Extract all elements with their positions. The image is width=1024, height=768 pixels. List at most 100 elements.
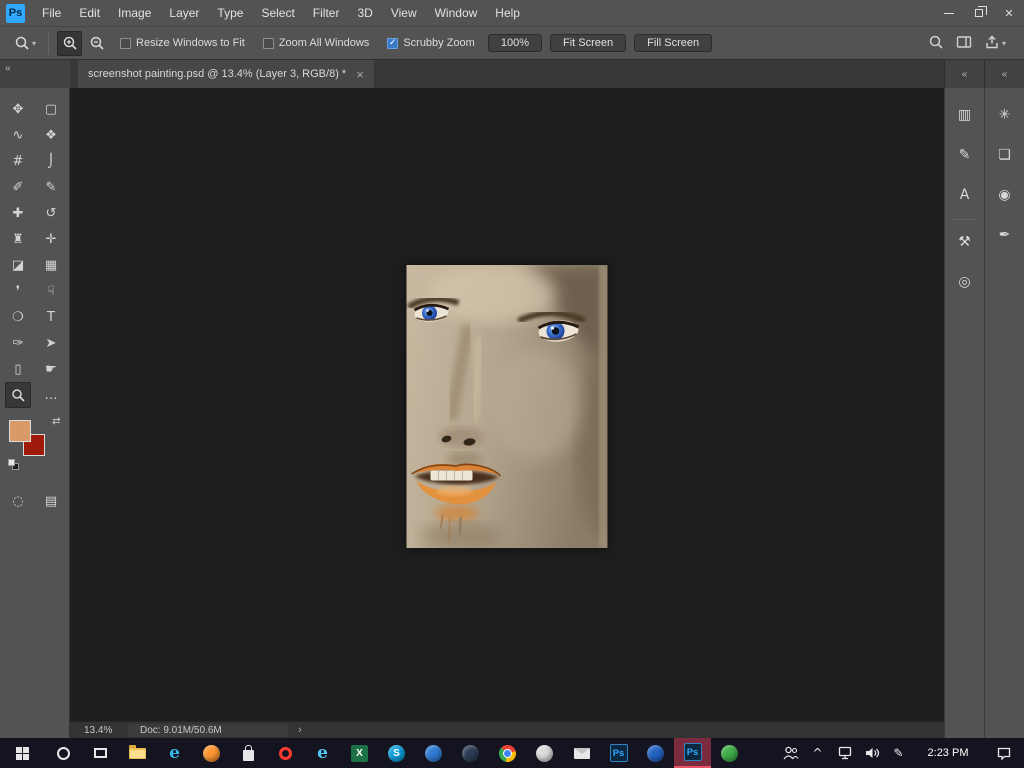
libraries-panel-icon[interactable]: ◎ <box>946 263 984 301</box>
status-menu-chevron[interactable]: › <box>298 724 302 736</box>
dodge-tool[interactable]: ❍ <box>5 304 31 330</box>
taskbar-app-white[interactable] <box>526 738 563 768</box>
restore-button[interactable] <box>964 0 994 26</box>
quick-mask-button[interactable]: ◌ <box>5 488 31 514</box>
channels-panel-icon[interactable]: ◉ <box>986 176 1024 214</box>
close-button[interactable]: ✕ <box>994 0 1024 26</box>
zoom-tool[interactable] <box>5 382 31 408</box>
taskbar-app-blue[interactable] <box>415 738 452 768</box>
gradient-tool[interactable]: ▦ <box>38 252 64 278</box>
brush-tool[interactable]: ✐ <box>5 174 31 200</box>
minimize-button[interactable] <box>934 0 964 26</box>
taskbar-chrome[interactable] <box>489 738 526 768</box>
checkbox-scrubby-zoom[interactable]: ✓ Scrubby Zoom <box>387 37 475 49</box>
zoom-100-button[interactable]: 100% <box>488 34 542 52</box>
cortana-button[interactable] <box>45 738 82 768</box>
crop-tool[interactable]: # <box>5 148 31 174</box>
menu-type[interactable]: Type <box>208 0 252 26</box>
document-canvas[interactable] <box>407 265 608 548</box>
zoom-out-button[interactable] <box>84 31 109 56</box>
taskbar-opera[interactable] <box>267 738 304 768</box>
rectangle-tool[interactable]: ▯ <box>5 356 31 382</box>
share-button[interactable] <box>984 34 1000 53</box>
properties-panel-icon[interactable]: ⚒ <box>946 223 984 261</box>
menu-file[interactable]: File <box>33 0 70 26</box>
menu-edit[interactable]: Edit <box>70 0 109 26</box>
tray-show-hidden-button[interactable]: ^ <box>804 738 831 768</box>
tray-network-button[interactable] <box>831 738 858 768</box>
eraser-tool[interactable]: ◪ <box>5 252 31 278</box>
taskbar-clock[interactable]: 2:23 PM <box>912 738 984 768</box>
pen-tool[interactable]: ✑ <box>5 330 31 356</box>
document-tab[interactable]: screenshot painting.psd @ 13.4% (Layer 3… <box>78 60 374 88</box>
taskbar-store[interactable] <box>230 738 267 768</box>
tray-pen-button[interactable]: ✎ <box>885 738 912 768</box>
checkbox-resize-windows-to-fit[interactable]: ✓ Resize Windows to Fit <box>120 37 245 49</box>
blur-tool[interactable]: ❜ <box>5 278 31 304</box>
taskbar-excel[interactable]: X <box>341 738 378 768</box>
menu-image[interactable]: Image <box>109 0 160 26</box>
path-selection-tool[interactable]: ➤ <box>38 330 64 356</box>
taskbar-mail[interactable] <box>563 738 600 768</box>
foreground-color-swatch[interactable] <box>9 420 31 442</box>
type-tool[interactable]: T <box>38 304 64 330</box>
more-tools[interactable]: … <box>38 382 64 408</box>
taskbar-firefox[interactable] <box>193 738 230 768</box>
workspace-switcher-button[interactable] <box>956 35 972 52</box>
taskbar-skype[interactable]: S <box>378 738 415 768</box>
menu-window[interactable]: Window <box>426 0 487 26</box>
tab-close-icon[interactable]: × <box>356 67 364 82</box>
task-view-button[interactable] <box>82 738 119 768</box>
menu-view[interactable]: View <box>382 0 426 26</box>
spot-healing-brush-tool[interactable]: ✚ <box>5 200 31 226</box>
history-brush-tool[interactable]: ↺ <box>38 200 64 226</box>
rectangular-marquee-tool[interactable]: ▢ <box>38 96 64 122</box>
collapse-tools-chevron[interactable]: « <box>5 63 11 74</box>
screen-mode-button[interactable]: ▤ <box>38 488 64 514</box>
expand-panels-chevron[interactable]: « <box>1002 69 1008 80</box>
layers-panel-icon[interactable]: ❏ <box>986 136 1024 174</box>
swap-colors-icon[interactable]: ⇄ <box>52 416 60 427</box>
taskbar-app-green[interactable] <box>711 738 748 768</box>
taskbar-photoshop-active[interactable]: Ps <box>674 738 711 768</box>
expand-panels-chevron[interactable]: « <box>962 69 968 80</box>
taskbar-internet-explorer[interactable]: e <box>304 738 341 768</box>
eyedropper-tool[interactable]: ⌡ <box>38 148 64 174</box>
taskbar-photoshop[interactable]: Ps <box>600 738 637 768</box>
fit-screen-button[interactable]: Fit Screen <box>550 34 626 52</box>
fill-screen-button[interactable]: Fill Screen <box>634 34 712 52</box>
zoom-in-button[interactable] <box>57 31 82 56</box>
tray-people-button[interactable] <box>777 738 804 768</box>
tray-volume-button[interactable] <box>858 738 885 768</box>
histogram-panel-icon[interactable]: ▥ <box>946 96 984 134</box>
clone-stamp-tool[interactable]: ♜ <box>5 226 31 252</box>
default-colors-icon[interactable] <box>8 459 22 472</box>
menu-3d[interactable]: 3D <box>348 0 381 26</box>
menu-filter[interactable]: Filter <box>304 0 349 26</box>
menu-help[interactable]: Help <box>486 0 529 26</box>
smudge-tool[interactable]: ☟ <box>38 278 64 304</box>
hand-tool[interactable]: ☛ <box>38 356 64 382</box>
quick-selection-tool[interactable]: ❖ <box>38 122 64 148</box>
brush-settings-panel-icon[interactable]: ✎ <box>946 136 984 174</box>
search-button[interactable] <box>928 34 944 53</box>
character-panel-icon[interactable]: A <box>946 176 984 214</box>
action-center-button[interactable] <box>984 738 1024 768</box>
color-panel-icon[interactable]: ✳ <box>986 96 1024 134</box>
start-button[interactable] <box>0 738 45 768</box>
zoom-tool-preset[interactable]: ▾ <box>10 33 40 53</box>
checkbox-zoom-all-windows[interactable]: ✓ Zoom All Windows <box>263 37 369 49</box>
lasso-tool[interactable]: ∿ <box>5 122 31 148</box>
status-zoom-input[interactable]: 13.4% <box>70 725 128 736</box>
pencil-tool[interactable]: ✎ <box>38 174 64 200</box>
menu-layer[interactable]: Layer <box>160 0 208 26</box>
paths-panel-icon[interactable]: ✒ <box>986 216 1024 254</box>
taskbar-steam[interactable] <box>452 738 489 768</box>
move-tool[interactable]: ✥ <box>5 96 31 122</box>
mixer-brush-tool[interactable]: ✛ <box>38 226 64 252</box>
taskbar-app-blue-2[interactable] <box>637 738 674 768</box>
taskbar-file-explorer[interactable] <box>119 738 156 768</box>
taskbar-edge[interactable]: e <box>156 738 193 768</box>
caret-down-icon: ▾ <box>1002 39 1006 48</box>
menu-select[interactable]: Select <box>252 0 303 26</box>
